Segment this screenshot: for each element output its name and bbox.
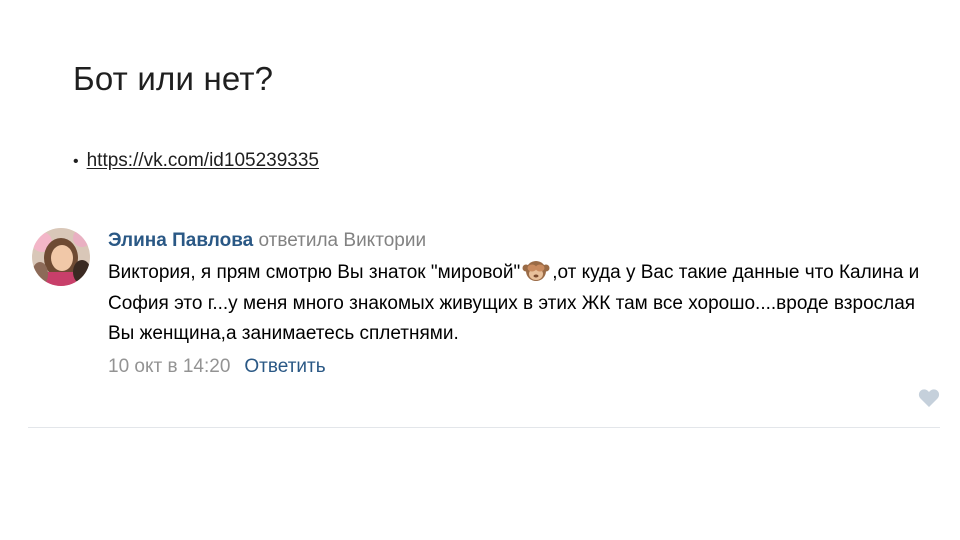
slide-title: Бот или нет? [73,60,274,97]
comment-body: Элина Павлова ответила Виктории Виктория… [108,228,938,380]
heart-icon[interactable] [918,388,940,408]
avatar-photo-icon [32,228,90,286]
comment-header: Элина Павлова ответила Виктории [108,228,938,254]
comment-footer: 10 окт в 14:20 Ответить [108,354,938,380]
author-name[interactable]: Элина Павлова [108,230,253,251]
see-no-evil-monkey-icon [521,258,551,282]
comment-divider [28,427,940,428]
avatar[interactable] [32,228,90,286]
reply-to-text[interactable]: ответила Виктории [258,230,426,251]
comment-text: Виктория, я прям смотрю Вы знаток "миров… [108,258,938,350]
profile-link[interactable]: https://vk.com/id105239335 [87,150,319,172]
comment-date[interactable]: 10 окт в 14:20 [108,354,230,380]
bullet-symbol: • [73,153,79,170]
comment-text-part-1: Виктория, я прям смотрю Вы знаток "миров… [108,262,521,283]
comment-card: Элина Павлова ответила Виктории Виктория… [28,222,940,428]
reply-button[interactable]: Ответить [244,354,325,380]
bullet-item: • https://vk.com/id105239335 [73,150,319,172]
